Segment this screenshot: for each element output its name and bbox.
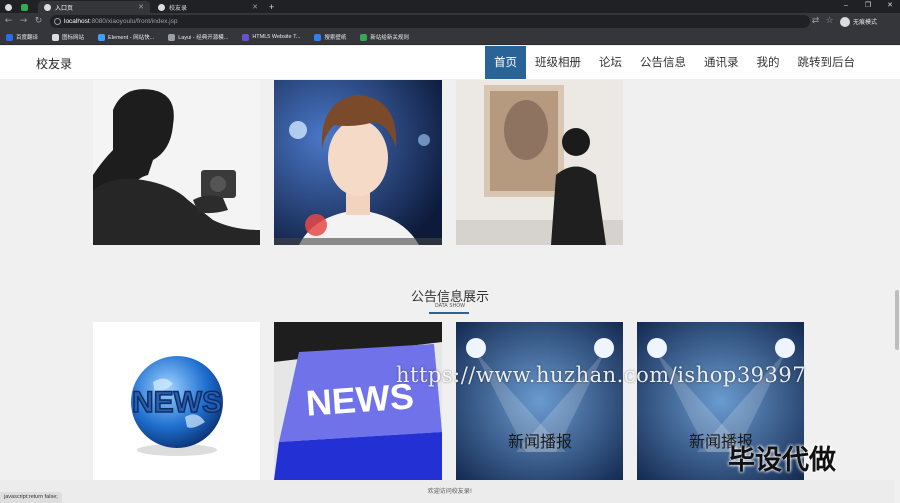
url-path: :8080/xiaoyoulu/front/index.jsp xyxy=(89,18,178,25)
spotlight-stage-icon: 新闻播报 xyxy=(456,322,623,480)
bookmark-item[interactable]: Layui - 经典开源模... xyxy=(168,33,228,41)
globe-icon xyxy=(158,3,165,11)
site-header: 校友录 首页 班级相册 论坛 公告信息 通讯录 我的 跳转到后台 xyxy=(0,46,900,79)
incognito-icon xyxy=(840,16,850,27)
maximize-icon[interactable]: ❐ xyxy=(858,0,878,12)
site-footer: 欢迎访问校友录! xyxy=(0,480,900,503)
nav-admin[interactable]: 跳转到后台 xyxy=(789,46,865,79)
translate-icon[interactable]: ⇄ xyxy=(810,16,821,27)
main-nav: 首页 班级相册 论坛 公告信息 通讯录 我的 跳转到后台 xyxy=(485,46,864,79)
bookmark-icon xyxy=(52,33,60,41)
nav-mine[interactable]: 我的 xyxy=(748,46,789,79)
nav-forum[interactable]: 论坛 xyxy=(590,46,631,79)
watermark-text: https://www.huzhan.com/ishop39397 xyxy=(396,363,807,387)
browser-status-url: javascript:return false; xyxy=(0,492,62,503)
bookmark-icon xyxy=(360,33,368,41)
tab-scroll-icon[interactable] xyxy=(2,1,16,13)
bookmark-item[interactable]: 搜索壁纸 xyxy=(314,33,346,41)
nav-contacts[interactable]: 通讯录 xyxy=(695,46,748,79)
minimize-icon[interactable]: – xyxy=(836,0,856,12)
bookmark-item[interactable]: 图标网站 xyxy=(52,33,84,41)
site-logo[interactable]: 校友录 xyxy=(36,55,72,72)
scrollbar-thumb[interactable] xyxy=(895,290,899,350)
stamp-text: 毕设代做 xyxy=(728,445,836,476)
news-globe-icon: NEWS xyxy=(131,356,223,456)
nav-announcements[interactable]: 公告信息 xyxy=(631,46,695,79)
news-globe-label: NEWS xyxy=(132,386,222,419)
close-icon[interactable]: ✕ xyxy=(252,3,258,11)
photo-portrait xyxy=(274,80,442,245)
broadcast-label: 新闻播报 xyxy=(508,432,572,451)
bookmark-icon xyxy=(98,33,106,41)
reload-icon[interactable]: ↻ xyxy=(33,16,44,27)
album-photo-2[interactable] xyxy=(274,80,442,245)
tab-home[interactable]: 入口页 ✕ xyxy=(38,1,150,13)
new-tab-button[interactable]: + xyxy=(266,1,280,13)
album-photo-3[interactable] xyxy=(456,80,623,245)
photo-man-with-camera xyxy=(93,80,260,245)
bookmark-icon xyxy=(242,33,250,41)
nav-class-album[interactable]: 班级相册 xyxy=(526,46,590,79)
bookmark-item[interactable]: HTML5 Website T... xyxy=(242,33,300,41)
browser-tab-bar: 入口页 ✕ 校友录 ✕ + – ❐ ✕ xyxy=(0,0,900,13)
profile-label: 无痕模式 xyxy=(853,20,878,26)
bookmark-icon xyxy=(6,33,13,41)
bookmark-item[interactable]: 新站给新关规则 xyxy=(360,33,409,41)
tab-title: 入口页 xyxy=(55,5,74,12)
bookmark-item[interactable]: 百度翻译 xyxy=(6,33,38,41)
photo-gallery-visitor xyxy=(456,80,623,245)
close-icon[interactable]: ✕ xyxy=(138,3,144,11)
url-host: localhost xyxy=(64,18,90,25)
news-globe-image[interactable]: NEWS xyxy=(93,322,260,480)
tab-pinned[interactable] xyxy=(18,1,32,13)
news-key-image[interactable]: NEWS xyxy=(274,322,442,480)
window-close-icon[interactable]: ✕ xyxy=(880,0,900,12)
nav-home[interactable]: 首页 xyxy=(485,46,526,79)
address-toolbar: ← → ↻ localhost:8080/xiaoyoulu/front/ind… xyxy=(0,13,900,30)
news-broadcast-image-1[interactable]: 新闻播报 xyxy=(456,322,623,480)
tab-title: 校友录 xyxy=(169,5,188,12)
site-info-icon[interactable] xyxy=(54,18,61,25)
globe-icon xyxy=(44,3,51,11)
tab-alumni[interactable]: 校友录 ✕ xyxy=(152,1,264,13)
album-photo-1[interactable] xyxy=(93,80,260,245)
bookmark-icon xyxy=(314,33,322,41)
forward-icon[interactable]: → xyxy=(18,16,29,27)
section-underline xyxy=(429,312,469,314)
incognito-profile[interactable]: 无痕模式 xyxy=(840,16,877,27)
section-subtitle: DATA SHOW xyxy=(434,303,466,309)
bookmark-icon xyxy=(168,33,176,41)
url-bar[interactable]: localhost:8080/xiaoyoulu/front/index.jsp xyxy=(50,15,810,28)
bookmark-item[interactable]: Element - 网站快... xyxy=(98,33,154,41)
back-icon[interactable]: ← xyxy=(3,16,14,27)
bookmarks-bar: 百度翻译 图标网站 Element - 网站快... Layui - 经典开源模… xyxy=(0,30,900,45)
news-key-icon: NEWS xyxy=(274,322,442,480)
star-icon[interactable]: ☆ xyxy=(824,16,835,27)
